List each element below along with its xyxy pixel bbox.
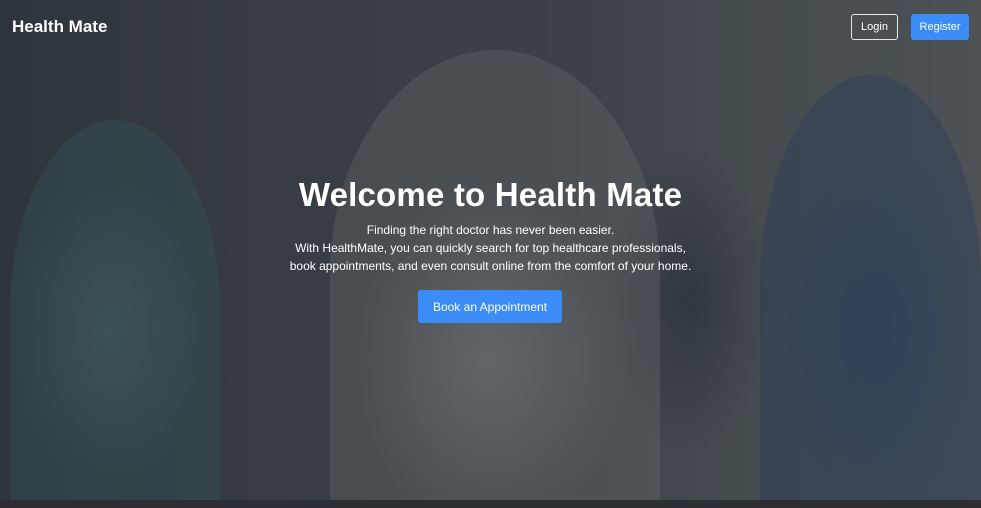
hero-title: Welcome to Health Mate <box>298 176 683 213</box>
hero-subtitle-line-3: book appointments, and even consult onli… <box>289 259 692 273</box>
login-button[interactable]: Login <box>851 14 898 40</box>
book-appointment-button[interactable]: Book an Appointment <box>418 290 562 323</box>
hero-subtitle-line-2: With HealthMate, you can quickly search … <box>295 241 686 255</box>
page-bottom-edge <box>0 500 981 508</box>
hero-subtitle-line-1: Finding the right doctor has never been … <box>366 223 615 237</box>
brand-logo-text[interactable]: Health Mate <box>12 17 107 37</box>
register-button[interactable]: Register <box>911 14 969 40</box>
